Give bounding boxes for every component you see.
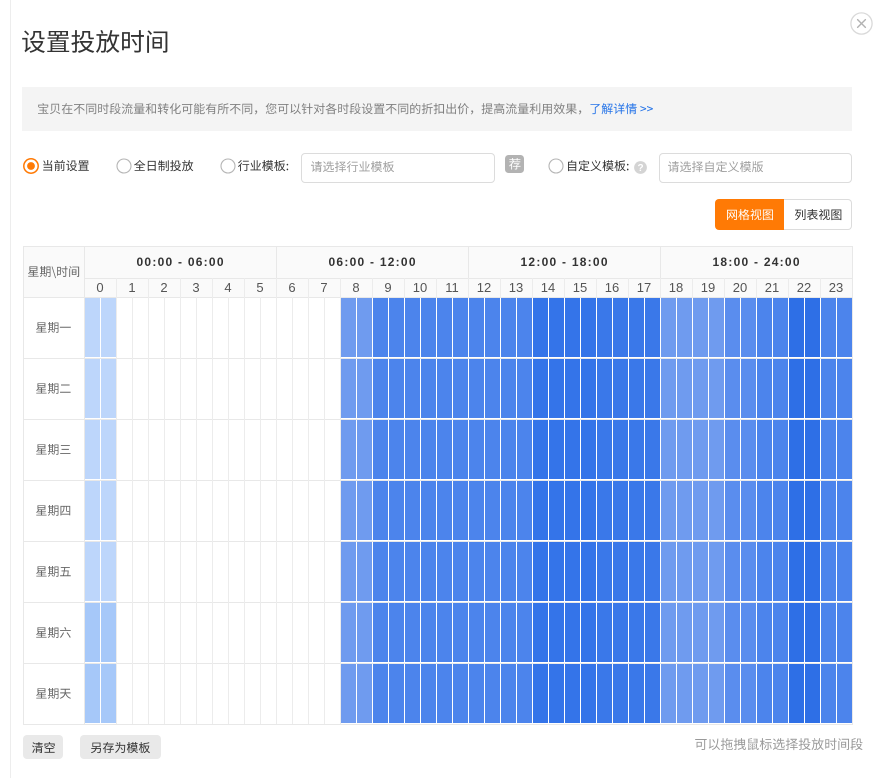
- svg-text:?: ?: [638, 163, 644, 174]
